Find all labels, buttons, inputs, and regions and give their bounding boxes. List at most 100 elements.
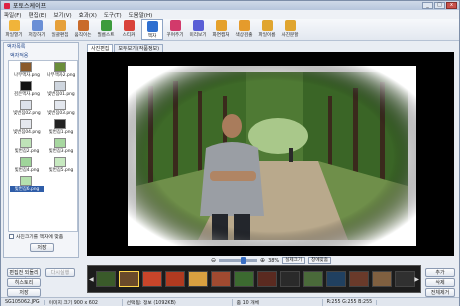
toolbar-button-7[interactable]: 꾸며주기: [164, 19, 186, 40]
zoom-out-icon[interactable]: ⊖: [211, 257, 216, 264]
toolbar-button-11[interactable]: 파일이름: [256, 19, 278, 40]
capture-icon: [215, 20, 227, 31]
toolbar-label: 미리보기: [189, 33, 207, 38]
animation-icon: [77, 20, 89, 31]
window-controls: _ □ x: [422, 2, 457, 9]
filmstrip-thumbnail[interactable]: [165, 271, 185, 287]
filmstrip-thumbnail[interactable]: [395, 271, 415, 287]
filmstrip-thumbnail[interactable]: [372, 271, 392, 287]
zoom-slider[interactable]: [219, 257, 258, 264]
save-icon: [31, 20, 43, 31]
filmstrip-thumbnail[interactable]: [349, 271, 369, 287]
tab-photo-edit[interactable]: 사진편집: [87, 44, 114, 52]
frame-item[interactable]: 빛번짐1.png: [44, 119, 77, 136]
menu-view[interactable]: 보기(V): [53, 11, 71, 19]
frame-thumbnail: [20, 100, 32, 110]
menu-edit[interactable]: 편집(E): [29, 11, 47, 19]
minimize-button[interactable]: _: [422, 2, 433, 9]
filmstrip-thumbnail[interactable]: [257, 271, 277, 287]
fit-window-button[interactable]: 창에맞춤: [308, 257, 331, 264]
checkbox-label: 사진크기를 액자에 맞춤: [16, 235, 64, 240]
sticker-icon: [123, 20, 135, 31]
status-bar: SG105062.JPG 이미지 크기 900 x 602 선택됨: 정보 (1…: [1, 297, 459, 306]
actual-size-button[interactable]: 실제크기: [282, 257, 306, 264]
checkbox-box[interactable]: [9, 234, 14, 239]
toolbar-label: 파일열기: [5, 33, 23, 38]
toolbar-button-1[interactable]: 저장하기: [26, 19, 48, 40]
sidebar-subheader[interactable]: 액자적용: [4, 52, 78, 60]
status-selection: 선택됨: 정보 (1092KB): [123, 298, 233, 306]
zoom-in-icon[interactable]: ⊕: [260, 257, 265, 264]
frame-item[interactable]: 빛번짐04.png: [10, 119, 44, 136]
frame-item[interactable]: 검은액자.png: [10, 81, 44, 98]
save-button[interactable]: 저장: [7, 288, 41, 297]
frame-list[interactable]: 나무액자.png 나무액자2.png 검은액자.png 빛번짐01.png 빛번짐02.…: [8, 60, 78, 232]
frame-thumbnail: [54, 119, 66, 129]
image-canvas[interactable]: [87, 52, 454, 256]
menu-tools[interactable]: 도구(T): [104, 11, 122, 19]
frame-save-button[interactable]: 저장: [30, 243, 54, 252]
framed-photo[interactable]: [128, 66, 416, 246]
menu-file[interactable]: 파일(F): [4, 11, 22, 19]
toolbar-button-4[interactable]: 필름스트: [95, 19, 117, 40]
frame-caption: 빛번짐02.png: [13, 111, 41, 116]
frame-caption: 빛번짐3.png: [48, 149, 74, 154]
frame-thumbnail: [20, 157, 32, 167]
decorate-icon: [169, 20, 181, 31]
scroll-left-icon[interactable]: ◀: [89, 276, 94, 283]
fit-photo-checkbox[interactable]: 사진크기를 액자에 맞춤: [9, 233, 63, 240]
filmstrip: ◀ ▶: [87, 265, 421, 293]
frame-item[interactable]: 빛번짐6.png: [10, 176, 44, 193]
frame-item[interactable]: 빛번짐4.png: [10, 157, 44, 174]
toolbar-label: 색상검출: [235, 33, 253, 38]
menu-effects[interactable]: 효과(X): [79, 11, 97, 19]
tab-view-all[interactable]: 모두보기(작품정보): [114, 44, 164, 52]
zoom-slider-handle[interactable]: [241, 257, 247, 264]
frame-caption: 빛번짐4.png: [14, 168, 40, 173]
frame-item[interactable]: 빛번짐2.png: [10, 138, 44, 155]
frame-item[interactable]: 나무액자2.png: [44, 62, 77, 79]
frame-item[interactable]: 빛번짐01.png: [44, 81, 77, 98]
undo-button[interactable]: 편집전 되돌리기: [7, 268, 41, 284]
filmstrip-thumbnail[interactable]: [326, 271, 346, 287]
toolbar-button-3[interactable]: 움직이는: [72, 19, 94, 40]
toolbar-button-0[interactable]: 파일열기: [3, 19, 25, 40]
toolbar-button-12[interactable]: 사진분할: [279, 19, 301, 40]
add-button[interactable]: 추가: [425, 268, 455, 277]
scroll-right-icon[interactable]: ▶: [414, 276, 419, 283]
frame-thumbnail: [20, 62, 32, 72]
main-toolbar: 파일열기 저장하기 일괄편집 움직이는 필름스트 스티커 액자 꾸며주기 미리보기 화면캡처 색상검…: [1, 19, 459, 41]
filmstrip-thumbnail[interactable]: [188, 271, 208, 287]
delete-button[interactable]: 삭제: [425, 278, 455, 287]
maximize-button[interactable]: □: [434, 2, 445, 9]
history-button[interactable]: 히스토리: [7, 278, 41, 287]
toolbar-button-6[interactable]: 액자: [141, 19, 163, 40]
toolbar-button-5[interactable]: 스티커: [118, 19, 140, 40]
frame-item[interactable]: 나무액자.png: [10, 62, 44, 79]
frame-item[interactable]: 빛번짐5.png: [44, 157, 77, 174]
toolbar-button-10[interactable]: 색상검출: [233, 19, 255, 40]
color-picker-icon: [238, 20, 250, 31]
delete-all-button[interactable]: 전체제거: [425, 288, 455, 297]
frame-item[interactable]: 빛번짐3.png: [44, 138, 77, 155]
filmstrip-thumbnail[interactable]: [234, 271, 254, 287]
toolbar-button-9[interactable]: 화면캡처: [210, 19, 232, 40]
filmstrip-thumbnail[interactable]: [96, 271, 116, 287]
frame-caption: 빛번짐2.png: [14, 149, 40, 154]
close-button[interactable]: x: [446, 2, 457, 9]
menu-help[interactable]: 도움말(H): [129, 11, 153, 19]
filmstrip-thumbnail[interactable]: [142, 271, 162, 287]
filmstrip-thumbnail[interactable]: [119, 271, 139, 287]
toolbar-button-8[interactable]: 미리보기: [187, 19, 209, 40]
redo-button[interactable]: 다시실행: [45, 268, 75, 277]
filmstrip-thumbnail[interactable]: [211, 271, 231, 287]
toolbar-label: 움직이는: [74, 33, 92, 38]
frame-item[interactable]: 빛번짐02.png: [10, 100, 44, 117]
frame-item[interactable]: 빛번짐03.png: [44, 100, 77, 117]
status-color: R:255 G:255 B:255: [323, 299, 378, 305]
toolbar-button-2[interactable]: 일괄편집: [49, 19, 71, 40]
filmstrip-thumbnail[interactable]: [280, 271, 300, 287]
filmstrip-thumbnail[interactable]: [303, 271, 323, 287]
toolbar-label: 스티커: [122, 33, 136, 38]
frame-thumbnail: [54, 62, 66, 72]
